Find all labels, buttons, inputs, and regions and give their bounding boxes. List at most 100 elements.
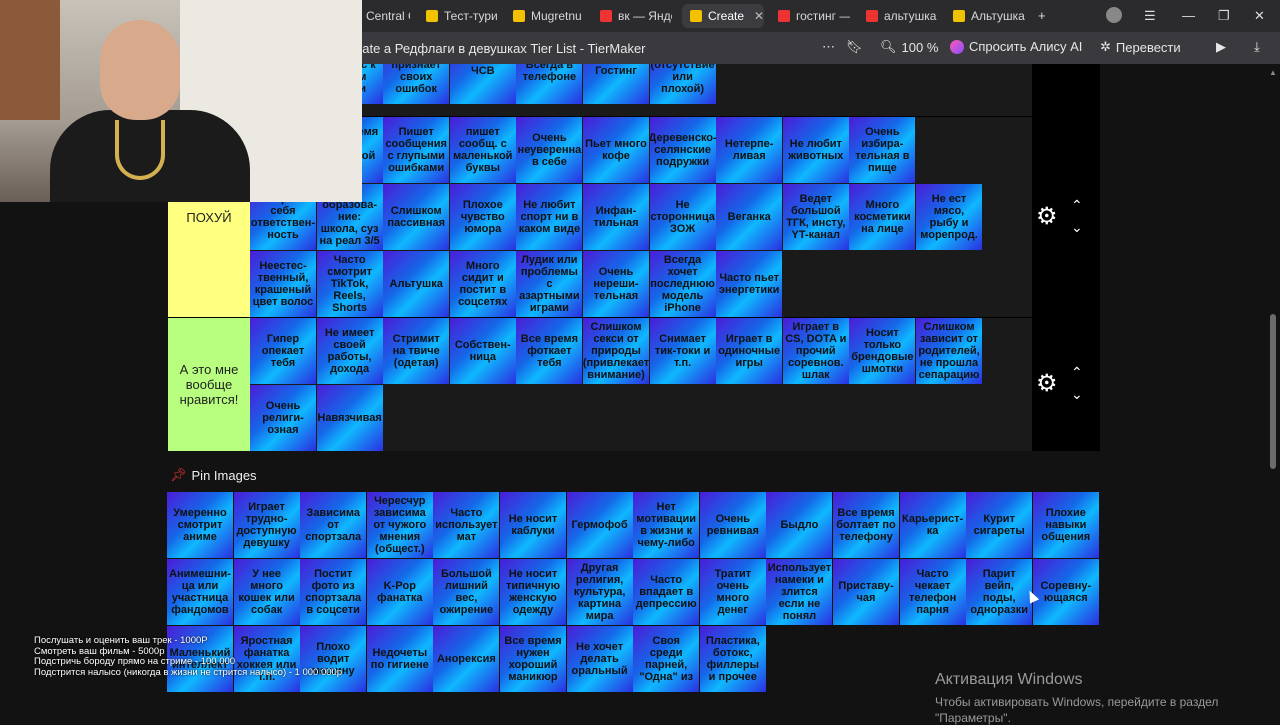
tier-card[interactable]: с отцом (отсутствие или плохой) <box>649 64 716 104</box>
tier-card[interactable]: Инфан-тильная <box>583 184 649 250</box>
tier-card[interactable]: Стримит на твиче (одетая) <box>383 318 450 384</box>
pin-card[interactable]: Играет трудно-доступную девушку <box>233 492 300 558</box>
tier-card[interactable]: Не ест мясо, рыбу и морепрод. <box>916 184 982 250</box>
pin-card[interactable]: Использует намеки и злится если не понял <box>766 559 833 625</box>
pin-card[interactable]: Не носит каблуки <box>500 492 566 558</box>
new-tab-icon[interactable]: + <box>1038 8 1046 23</box>
settings-gear-icon[interactable]: ⚙ <box>1036 369 1058 398</box>
tier-card[interactable]: Снимает тик-токи и т.п. <box>649 318 716 384</box>
scrollbar[interactable]: ▲ <box>1269 64 1277 720</box>
pin-card[interactable]: Приставу-чая <box>833 559 899 625</box>
tier-card[interactable]: Слишком зависит от родителей, не прошла … <box>916 318 982 384</box>
move-up-icon[interactable]: ⌃ <box>1071 365 1083 379</box>
pin-card[interactable]: Плохие навыки общения <box>1032 492 1099 558</box>
tier-card[interactable]: Нетерпе-ливая <box>716 117 783 183</box>
profile-avatar[interactable] <box>1106 7 1122 23</box>
pin-card[interactable]: Зависима от спортзала <box>300 492 367 558</box>
scrollbar-thumb[interactable] <box>1270 314 1276 469</box>
pin-card[interactable]: Чересчур зависима от чужого мнения (обще… <box>366 492 433 558</box>
close-window-icon[interactable]: ✕ <box>1254 8 1265 24</box>
tier-card[interactable]: Не признает своих ошибок <box>383 64 450 104</box>
pin-card[interactable]: Умеренно смотрит аниме <box>167 492 233 558</box>
pin-card[interactable]: Быдло <box>766 492 833 558</box>
tier-card[interactable]: Всегда в телефоне <box>516 64 583 104</box>
pin-card[interactable]: Гермофоб <box>566 492 633 558</box>
scroll-up-icon[interactable]: ▲ <box>1269 68 1277 77</box>
pin-card[interactable]: Не носит типичную женскую одежду <box>500 559 566 625</box>
pin-card[interactable]: Парит вейп, поды, одноразки <box>966 559 1033 625</box>
restore-icon[interactable]: ❐ <box>1218 8 1230 24</box>
tier-card[interactable]: Часто пьет энергетики <box>716 251 783 317</box>
pin-card[interactable]: Своя среди парней, "Одна" из <box>633 626 700 692</box>
tier-card[interactable]: Всегда хочет последнюю модель iPhone <box>649 251 716 317</box>
pin-card[interactable]: Анорексия <box>433 626 500 692</box>
pin-card[interactable]: Не хочет делать оральный <box>566 626 633 692</box>
browser-tab[interactable]: Create ✕ <box>682 4 764 28</box>
zoom-control[interactable]: 🔍︎ 100 % <box>880 39 938 55</box>
tier-card[interactable]: Пишет сообщения с глупыми ошибками <box>383 117 450 183</box>
tier-card[interactable]: Все время фоткает тебя <box>516 318 583 384</box>
pin-card[interactable]: У нее много кошек или собак <box>233 559 300 625</box>
pin-card[interactable]: Часто чекает телефон парня <box>899 559 966 625</box>
pin-card[interactable]: Часто использует мат <box>433 492 500 558</box>
tier-card[interactable]: Слишком пассивная <box>383 184 450 250</box>
tier-card[interactable]: Не имеет своей работы, дохода <box>316 318 383 384</box>
tier-label[interactable]: А это мне вообще нравится! <box>168 318 250 451</box>
tier-card[interactable]: Играет в одиночные игры <box>716 318 783 384</box>
download-icon[interactable]: ⤓ <box>1254 39 1260 55</box>
browser-tab[interactable]: альтушка <box>858 4 938 28</box>
translate-button[interactable]: ✲ Перевести <box>1100 39 1181 55</box>
move-up-icon[interactable]: ⌃ <box>1071 198 1083 212</box>
pin-card[interactable]: Соревну-ющаяся <box>1032 559 1099 625</box>
pin-card[interactable]: Курит сигареты <box>966 492 1033 558</box>
tier-card[interactable]: Очень неуверенна в себе <box>516 117 583 183</box>
move-down-icon[interactable]: ⌄ <box>1071 220 1083 234</box>
page-title[interactable]: eate a Редфлаги в девушках Tier List - T… <box>355 41 646 56</box>
tier-card[interactable]: Не сторонница ЗОЖ <box>649 184 716 250</box>
tier-card[interactable]: Навязчивая <box>316 385 383 451</box>
alice-button[interactable]: Спросить Алису AI <box>950 39 1082 54</box>
tab-close-icon[interactable]: ✕ <box>754 9 764 23</box>
minimize-icon[interactable]: — <box>1182 8 1195 23</box>
tier-card[interactable]: Гостинг <box>583 64 649 104</box>
pin-card[interactable]: Анимешни-ца или участница фандомов <box>167 559 233 625</box>
tier-card[interactable]: Много сидит и постит в соцсетях <box>449 251 516 317</box>
pin-card[interactable]: Яростная фанатка хоккея или т.п. <box>233 626 300 692</box>
tier-card[interactable]: Гипер опекает тебя <box>250 318 316 384</box>
browser-tab[interactable]: вк — Янде <box>592 4 672 28</box>
pin-card[interactable]: Карьерист-ка <box>899 492 966 558</box>
tier-card[interactable]: Не любит спорт ни в каком виде <box>516 184 583 250</box>
tier-card[interactable]: Пьет много кофе <box>583 117 649 183</box>
pin-card[interactable]: Нет мотивации в жизни к чему-либо <box>633 492 700 558</box>
tier-card[interactable]: Не любит животных <box>782 117 849 183</box>
tier-card[interactable]: Веганка <box>716 184 783 250</box>
tier-card[interactable]: Играет в CS, DOTA и прочий соревнов. шла… <box>782 318 849 384</box>
bookmark-icon[interactable]: 🔖︎ <box>846 39 863 55</box>
tier-card[interactable]: Лудик или проблемы с азартными играми <box>516 251 583 317</box>
tier-card[interactable]: Очень нереши-тельная <box>583 251 649 317</box>
media-icon[interactable]: ▶ <box>1216 39 1226 55</box>
tier-card[interactable]: Альтушка <box>383 251 450 317</box>
pin-card[interactable]: Большой лишний вес, ожирение <box>433 559 500 625</box>
browser-tab[interactable]: гостинг — <box>770 4 850 28</box>
pin-card[interactable]: Все время нужен хороший маникюр <box>500 626 566 692</box>
pin-card[interactable]: Часто впадает в депрессию <box>633 559 700 625</box>
tier-card[interactable]: Ведет большой ТГК, инсту, YT-канал <box>782 184 849 250</box>
menu-icon[interactable]: ☰ <box>1144 8 1156 24</box>
browser-tab[interactable]: Альтушка <box>945 4 1025 28</box>
move-down-icon[interactable]: ⌄ <box>1071 387 1083 401</box>
tier-card[interactable]: Плохое чувство юмора <box>449 184 516 250</box>
browser-tab[interactable]: Mugretnu <box>505 4 585 28</box>
settings-gear-icon[interactable]: ⚙ <box>1036 202 1058 231</box>
tier-card[interactable]: Деревенско-селянские подружки <box>649 117 716 183</box>
pin-card[interactable]: K-Pop фанатка <box>366 559 433 625</box>
tier-card[interactable]: Очень религи-озная <box>250 385 316 451</box>
pin-card[interactable]: Недочеты по гигиене <box>366 626 433 692</box>
pin-card[interactable]: Пластика, ботокс, филлеры и прочее <box>699 626 766 692</box>
tier-card[interactable]: Много косметики на лице <box>849 184 916 250</box>
pin-card[interactable]: Постит фото из спортзала в соцсети <box>300 559 367 625</box>
tier-card[interactable]: Очень избира-тельная в пище <box>849 117 916 183</box>
tier-card[interactable]: ЧСВ <box>449 64 516 104</box>
tier-card[interactable]: Неестес-твенный, крашеный цвет волос <box>250 251 316 317</box>
browser-tab[interactable]: Тест-тури <box>418 4 498 28</box>
